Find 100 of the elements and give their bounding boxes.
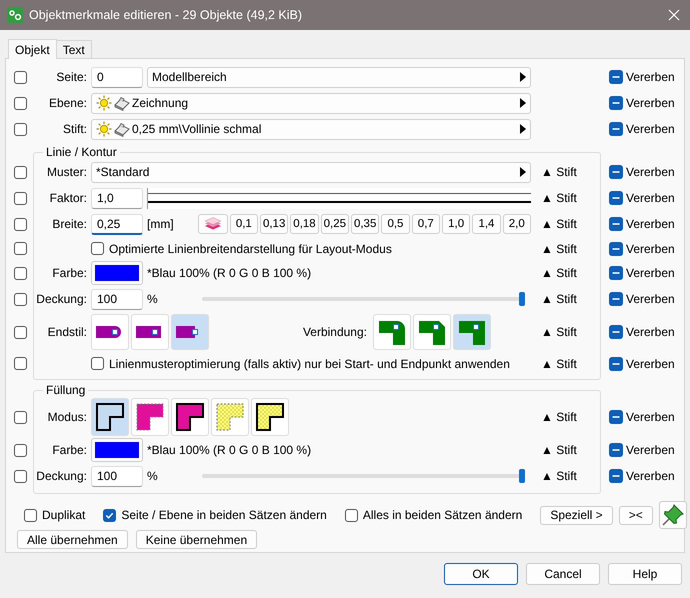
dropdown[interactable]: Modellbereich bbox=[147, 66, 531, 88]
color-button[interactable] bbox=[91, 438, 143, 462]
inherit-button[interactable]: Vererben bbox=[601, 237, 684, 260]
checkbox[interactable] bbox=[14, 218, 27, 230]
width-preset-button[interactable]: 1,4 bbox=[472, 214, 501, 234]
checkbox[interactable] bbox=[91, 357, 104, 370]
style-button[interactable] bbox=[251, 398, 289, 436]
dropdown[interactable]: Zeichnung bbox=[91, 92, 531, 114]
checkbox[interactable] bbox=[14, 122, 27, 136]
pen-label: ▲ Stift bbox=[541, 469, 577, 483]
checkbox[interactable] bbox=[14, 166, 27, 178]
style-button[interactable] bbox=[171, 398, 209, 436]
inherit-button[interactable]: Vererben bbox=[601, 463, 684, 489]
width-preset-button[interactable]: 2,0 bbox=[502, 214, 531, 234]
checkbox[interactable] bbox=[14, 444, 27, 456]
checkbox[interactable] bbox=[24, 508, 37, 522]
width-preset-button[interactable]: 1,0 bbox=[442, 214, 470, 234]
width-preset-button[interactable]: 0,1 bbox=[230, 214, 258, 234]
minus-icon bbox=[609, 191, 623, 205]
checkbox[interactable] bbox=[14, 242, 27, 255]
close-icon[interactable] bbox=[668, 9, 680, 21]
checkbox[interactable] bbox=[14, 292, 27, 306]
inherit-button[interactable]: Vererben bbox=[601, 185, 684, 211]
pen-label: ▲ Stift bbox=[541, 292, 577, 306]
width-preset-button[interactable]: 0,35 bbox=[350, 214, 380, 234]
pen-label: ▲ Stift bbox=[541, 165, 577, 179]
tab[interactable]: Objekt bbox=[8, 39, 57, 59]
slider[interactable] bbox=[202, 292, 525, 306]
checkbox[interactable] bbox=[14, 70, 27, 84]
field-label: Ebene: bbox=[48, 96, 87, 110]
apply-button[interactable]: Keine übernehmen bbox=[136, 530, 258, 549]
caret-icon bbox=[520, 98, 526, 108]
sun-icon bbox=[96, 95, 112, 111]
inherit-button[interactable]: Vererben bbox=[601, 312, 684, 352]
checkbox[interactable] bbox=[344, 508, 358, 522]
pen-label: ▲ Stift bbox=[541, 217, 577, 231]
style-button[interactable] bbox=[91, 314, 129, 350]
minus-icon bbox=[609, 217, 623, 231]
checkbox[interactable] bbox=[14, 357, 27, 370]
color-button[interactable] bbox=[91, 261, 143, 285]
inherit-button[interactable]: Vererben bbox=[601, 286, 684, 312]
field-label: Deckung: bbox=[36, 469, 87, 483]
checkbox[interactable] bbox=[14, 266, 27, 280]
dialog-button[interactable]: Cancel bbox=[526, 563, 600, 585]
input-field[interactable]: 0 bbox=[91, 66, 143, 88]
style-button[interactable] bbox=[131, 314, 169, 350]
slider-thumb[interactable] bbox=[519, 469, 525, 483]
style-button[interactable] bbox=[91, 398, 129, 436]
pen-label: ▲ Stift bbox=[541, 242, 577, 256]
caret-icon bbox=[520, 72, 526, 82]
pen-label: ▲ Stift bbox=[541, 356, 577, 370]
checkbox[interactable] bbox=[14, 470, 27, 482]
inherit-button[interactable]: Vererben bbox=[601, 260, 684, 286]
checkbox[interactable] bbox=[14, 326, 27, 338]
slider[interactable] bbox=[202, 469, 525, 483]
input-field[interactable]: 0,25 bbox=[91, 214, 143, 234]
eraser-icon bbox=[114, 121, 130, 137]
tab[interactable]: Text bbox=[56, 40, 92, 58]
field-label: Seite: bbox=[56, 70, 87, 84]
inherit-button[interactable]: Vererben bbox=[601, 352, 684, 375]
checkbox[interactable] bbox=[14, 410, 27, 424]
pen-width-button[interactable] bbox=[198, 214, 228, 234]
width-preset-button[interactable]: 0,18 bbox=[290, 214, 319, 234]
checkbox-label: Linienmusteroptimierung (falls aktiv) nur bei Start- und Endpunkt anwenden bbox=[109, 356, 510, 370]
dropdown[interactable]: 0,25 mm\Vollinie schmal bbox=[91, 118, 531, 140]
field-label: Farbe: bbox=[52, 443, 87, 457]
checkbox[interactable] bbox=[91, 242, 104, 255]
layers-icon bbox=[202, 217, 223, 231]
dialog-button[interactable]: OK bbox=[444, 563, 518, 585]
checkbox[interactable] bbox=[14, 96, 27, 110]
color-name: *Blau 100% (R 0 G 0 B 100 %) bbox=[147, 266, 312, 280]
apply-button[interactable]: Alle übernehmen bbox=[17, 530, 128, 549]
width-preset-button[interactable]: 0,13 bbox=[260, 214, 288, 234]
sun-icon bbox=[96, 121, 112, 137]
option-button[interactable]: Speziell > bbox=[540, 506, 613, 524]
width-preset-button[interactable]: 0,25 bbox=[320, 214, 349, 234]
inherit-button[interactable]: Vererben bbox=[601, 437, 684, 463]
checkbox[interactable] bbox=[14, 192, 27, 204]
input-field[interactable]: 100 bbox=[91, 466, 143, 486]
checkbox-label: Seite / Ebene in beiden Sätzen ändern bbox=[121, 508, 327, 522]
inherit-button[interactable]: Vererben bbox=[601, 159, 684, 185]
slider-thumb[interactable] bbox=[519, 292, 525, 306]
option-button[interactable]: >< bbox=[618, 506, 653, 524]
inherit-button[interactable]: Vererben bbox=[601, 211, 684, 237]
dropdown[interactable]: *Standard bbox=[91, 162, 531, 182]
pin-button[interactable] bbox=[658, 501, 687, 529]
dialog-button[interactable]: Help bbox=[608, 563, 682, 585]
pen-label: ▲ Stift bbox=[541, 443, 577, 457]
width-preset-button[interactable]: 0,5 bbox=[381, 214, 410, 234]
inherit-button[interactable]: Vererben bbox=[601, 116, 684, 142]
field-label: Modus: bbox=[48, 410, 87, 424]
input-field[interactable]: 1,0 bbox=[91, 188, 143, 208]
field-label: Verbindung: bbox=[302, 325, 367, 339]
checkbox-label: Optimierte Linienbreitendarstellung für Layout-Modus bbox=[109, 242, 392, 256]
inherit-button[interactable]: Vererben bbox=[601, 90, 684, 116]
width-preset-button[interactable]: 0,7 bbox=[412, 214, 440, 234]
inherit-button[interactable]: Vererben bbox=[601, 397, 684, 437]
input-field[interactable]: 100 bbox=[91, 288, 143, 310]
inherit-button[interactable]: Vererben bbox=[601, 64, 684, 90]
checkbox[interactable] bbox=[103, 508, 116, 522]
